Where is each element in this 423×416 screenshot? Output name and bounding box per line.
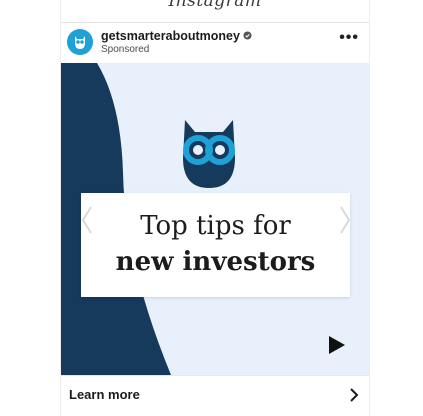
headline-line-1: Top tips for (140, 211, 291, 241)
sponsored-label: Sponsored (101, 44, 150, 55)
learn-more-label: Learn more (69, 387, 140, 402)
chevron-right-icon (350, 388, 359, 402)
chevron-right-icon[interactable] (339, 205, 351, 235)
play-icon[interactable] (328, 335, 346, 355)
learn-more-button[interactable]: Learn more (61, 375, 369, 416)
owl-logo-icon (75, 36, 85, 49)
post-header: getsmarteraboutmoney Sponsored ••• (61, 23, 369, 63)
instagram-feed-screen: Instagram getsmarteraboutmoney Sponsored… (60, 0, 370, 416)
app-title: Instagram (168, 0, 262, 11)
username-text: getsmarteraboutmoney (101, 29, 240, 43)
avatar[interactable] (67, 29, 93, 55)
owl-icon (183, 120, 235, 188)
verified-badge-icon (243, 31, 252, 40)
headline-line-2: new investors (115, 247, 316, 277)
username-link[interactable]: getsmarteraboutmoney (101, 29, 252, 43)
page: Instagram getsmarteraboutmoney Sponsored… (0, 0, 423, 416)
chevron-left-icon[interactable] (81, 205, 93, 235)
headline-card: Top tips for new investors (81, 193, 350, 297)
more-options-icon[interactable]: ••• (339, 30, 359, 46)
ad-media[interactable]: Top tips for new investors (61, 63, 369, 375)
app-header: Instagram (61, 0, 369, 23)
